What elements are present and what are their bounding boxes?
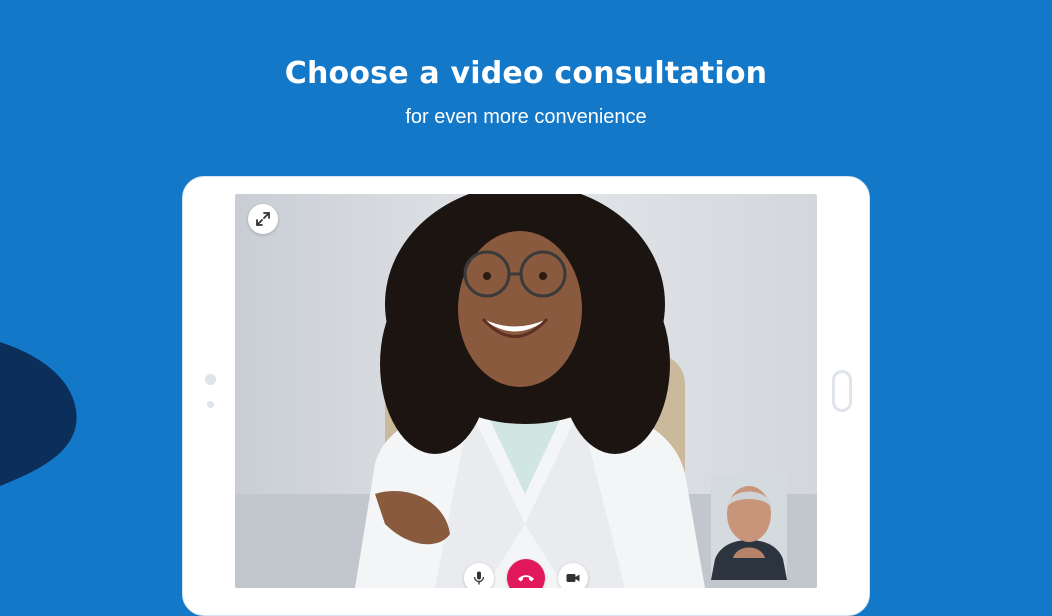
tablet-sensor-dot [207,401,214,408]
tablet-home-button [832,370,852,412]
phone-hangup-icon [518,575,534,582]
page-title: Choose a video consultation [284,56,768,91]
video-call-screen [235,194,817,588]
microphone-icon [473,571,485,585]
expand-icon [256,212,270,226]
patient-video-feed [711,474,787,580]
tablet-camera-dot [205,374,216,385]
toggle-camera-button[interactable] [558,563,588,588]
fullscreen-button[interactable] [248,204,278,234]
video-camera-icon [566,574,580,582]
self-view-video[interactable] [711,474,787,580]
end-call-button[interactable] [507,559,545,588]
mute-button[interactable] [464,563,494,588]
call-controls [464,559,588,588]
page-subtitle: for even more convenience [405,106,647,128]
